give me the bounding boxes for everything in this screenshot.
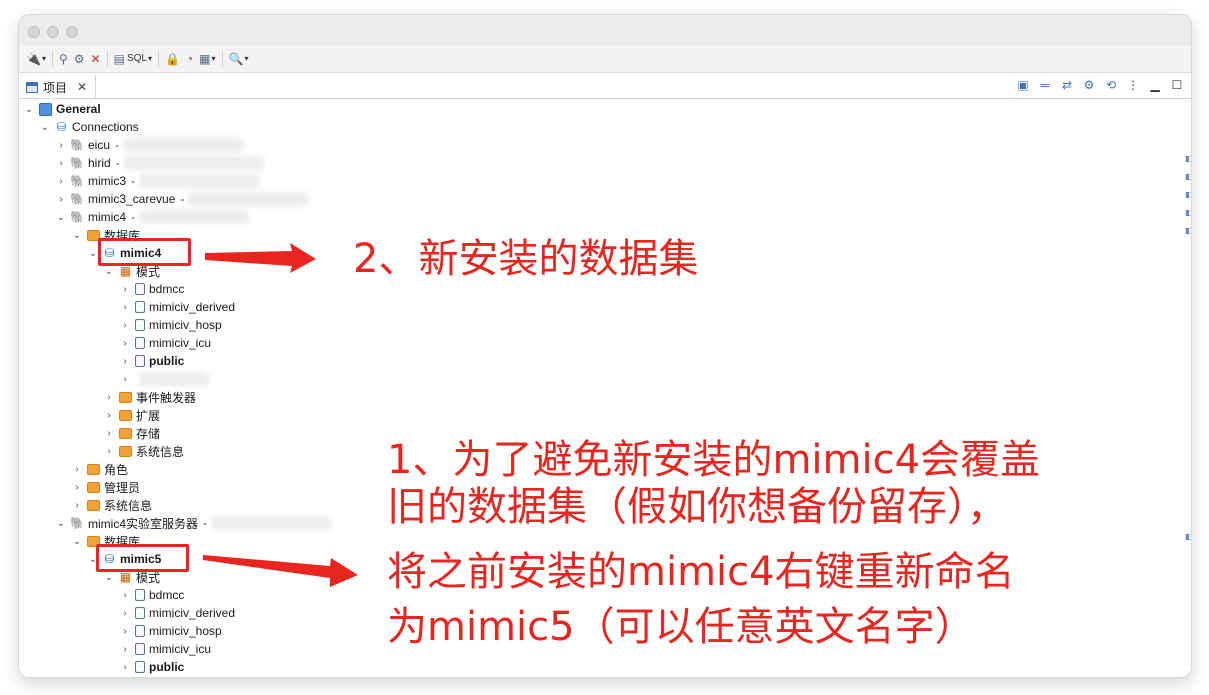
annotation-line-2: 旧的数据集（假如你想备份留存），: [387, 484, 1007, 530]
arrow-to-mimic5: [203, 555, 358, 587]
annotation-line-3: 将之前安装的mimic4右键重新命名: [387, 549, 1015, 595]
annotation-line-1: 1、为了避免新安装的mimic4会覆盖: [387, 437, 1041, 483]
annotation-new-dataset: 2、新安装的数据集: [353, 236, 699, 282]
arrow-to-mimic4: [205, 243, 316, 273]
annotation-line-4: 为mimic5（可以任意英文名字）: [387, 604, 975, 650]
